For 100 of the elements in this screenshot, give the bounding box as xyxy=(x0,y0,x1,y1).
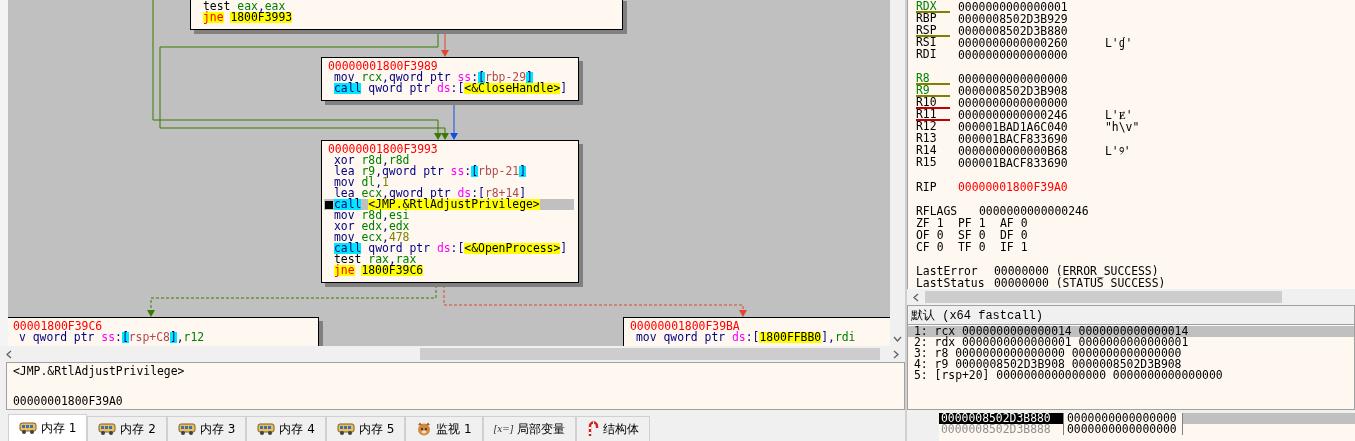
scrollbar-thumb[interactable] xyxy=(925,291,1282,303)
register-value[interactable]: 000001BACF833690 xyxy=(958,157,1105,169)
register-value[interactable]: 000001BACF833690 xyxy=(958,133,1105,145)
instruction-text: xor r8d,r8d xyxy=(334,155,410,166)
argument-row[interactable]: 3: r8 0000000000000000 0000000000000000 xyxy=(908,348,1354,359)
instruction-text: call qword ptr ds:[<&CloseHandle>] xyxy=(334,83,568,94)
flag-name: ZF xyxy=(916,217,930,229)
register-comment: L'୨' xyxy=(1105,145,1131,157)
register-name[interactable]: R8 xyxy=(916,73,950,85)
tab[interactable]: 内存 2 xyxy=(87,416,167,441)
register-name[interactable]: R11 xyxy=(916,109,950,121)
variable-icon-label: [x=] xyxy=(493,424,514,434)
register-name[interactable]: RSI xyxy=(916,37,950,49)
flag-value[interactable]: 1 xyxy=(978,217,986,229)
flag-value[interactable]: 1 xyxy=(1020,241,1028,253)
instruction-text: call qword ptr ds:[<&OpenProcess>] xyxy=(334,243,568,254)
block-address: 00001800F39C6 xyxy=(12,321,104,332)
block-address: 00000001800F3993 xyxy=(327,144,439,155)
register-value[interactable]: 000001BAD1A6C040 xyxy=(958,121,1105,133)
register-name[interactable]: R10 xyxy=(916,97,950,109)
flag-value[interactable]: 0 xyxy=(1020,217,1028,229)
register-name[interactable]: RBP xyxy=(916,13,950,25)
instruction-text: mov rcx,qword ptr ss:[rbp-29] xyxy=(334,72,533,83)
register-comment: L'ɠ' xyxy=(1105,37,1133,49)
tab[interactable]: 结构体 xyxy=(576,416,651,441)
register-value[interactable]: 0000008502D3B880 xyxy=(958,25,1105,37)
instruction-text: v qword ptr ss:[rsp+C8],r12 xyxy=(19,332,205,343)
bus-icon xyxy=(19,421,37,435)
register-name[interactable]: RFLAGS xyxy=(916,205,972,217)
instruction-text: test rax,rax xyxy=(334,254,417,265)
tab[interactable]: 监视 1 xyxy=(405,416,483,441)
register-name[interactable]: RDX xyxy=(916,1,950,13)
register-value[interactable]: 0000000000000000 xyxy=(958,97,1105,109)
flag-name: AF xyxy=(1000,217,1014,229)
instruction-text: mov qword ptr ds:[1800FFBB0],rdi xyxy=(636,332,856,343)
instruction-text: mov ecx,478 xyxy=(334,232,410,243)
register-name[interactable]: R13 xyxy=(916,133,950,145)
tab[interactable]: 内存 1 xyxy=(8,414,88,441)
register-name[interactable]: R9 xyxy=(916,85,950,97)
flag-value[interactable]: 0 xyxy=(978,241,986,253)
register-value[interactable]: 0000000000000246 xyxy=(979,205,1126,217)
flag-name: OF xyxy=(916,229,930,241)
flag-value[interactable]: 0 xyxy=(978,229,986,241)
flag-name: CF xyxy=(916,241,930,253)
stack-row[interactable]: 0000008502D3B880 0000000000000000 xyxy=(939,413,1355,424)
register-name[interactable]: R12 xyxy=(916,121,950,133)
scroll-down-icon[interactable] xyxy=(893,336,902,342)
flag-value[interactable]: 0 xyxy=(936,241,944,253)
scroll-right-icon[interactable] xyxy=(893,349,899,359)
register-name[interactable]: RIP xyxy=(916,181,950,193)
animal-face-icon xyxy=(416,422,433,436)
status-value: 00000000 (STATUS_SUCCESS) xyxy=(994,277,1166,289)
register-value[interactable]: 0000000000000000 xyxy=(958,73,1105,85)
register-value[interactable]: 0000000000000001 xyxy=(958,1,1105,13)
register-value[interactable]: 00000001800F39A0 xyxy=(958,181,1105,193)
call-convention-header[interactable]: 默认 (x64 fastcall) xyxy=(907,305,1355,325)
flag-value[interactable]: 0 xyxy=(1020,229,1028,241)
block-address: 00000001800F3989 xyxy=(327,61,438,72)
instruction-text: lea ecx,qword ptr ds:[r8+14] xyxy=(334,188,527,199)
register-value[interactable]: 0000008502D3B908 xyxy=(958,85,1105,97)
flag-value[interactable]: 0 xyxy=(936,229,944,241)
stack-row[interactable]: 0000008502D3B888 0000000000000000 xyxy=(939,424,1355,435)
block-address: 00000001800F39BA xyxy=(629,321,740,332)
register-value[interactable]: 0000000000000246 xyxy=(958,109,1105,121)
bus-icon xyxy=(257,422,276,436)
register-name[interactable]: RDI xyxy=(916,49,950,61)
bus-icon xyxy=(336,422,355,436)
flag-name: SF xyxy=(958,229,972,241)
argument-row[interactable]: 4: r9 0000008502D3B908 0000008502D3B908 xyxy=(908,359,1354,370)
flag-name: PF xyxy=(958,217,972,229)
tab[interactable]: 内存 5 xyxy=(325,416,406,441)
candy-cane-icon xyxy=(587,421,600,437)
flag-name: TF xyxy=(958,241,972,253)
argument-row[interactable]: 2: rdx 0000000000000001 0000000000000001 xyxy=(908,337,1354,348)
stack-value: 0000000000000000 xyxy=(1064,424,1183,435)
register-value[interactable]: 0000000000000260 xyxy=(958,37,1105,49)
register-name[interactable]: R14 xyxy=(916,145,950,157)
register-value[interactable]: 0000008502D3B929 xyxy=(958,13,1105,25)
argument-row[interactable]: 5: [rsp+20] 0000000000000000 0000000000000000 xyxy=(908,370,1354,381)
scrollbar-thumb[interactable] xyxy=(420,348,880,360)
register-value[interactable]: 0000000000000B68 xyxy=(958,145,1105,157)
bus-icon xyxy=(177,422,196,436)
register-name[interactable]: R15 xyxy=(916,157,950,169)
instruction-text: lea r9,qword ptr ss:[rbp-21] xyxy=(334,166,527,177)
tab[interactable]: 内存 4 xyxy=(246,416,326,441)
status-name: LastError xyxy=(916,265,979,277)
argument-row[interactable]: 1: rcx 0000000000000014 0000000000000014 xyxy=(908,326,1354,337)
instruction-text: call <JMP.&RtlAdjustPrivilege> xyxy=(334,199,540,210)
instruction-text: mov r8d,esi xyxy=(334,210,410,221)
instruction-text: xor edx,edx xyxy=(334,221,410,232)
info-text: <JMP.&RtlAdjustPrivilege> xyxy=(13,365,186,377)
scroll-left-icon[interactable] xyxy=(6,349,12,359)
flag-value[interactable]: 1 xyxy=(936,217,944,229)
status-name: LastStatus xyxy=(916,277,986,289)
register-value[interactable]: 0000000000000000 xyxy=(958,49,1105,61)
scroll-left-icon[interactable] xyxy=(913,292,919,302)
tab[interactable]: 内存 3 xyxy=(166,416,247,441)
tab[interactable]: [x=] 局部变量 xyxy=(482,416,577,441)
flag-name: IF xyxy=(1000,241,1014,253)
register-name[interactable]: RSP xyxy=(916,25,950,37)
